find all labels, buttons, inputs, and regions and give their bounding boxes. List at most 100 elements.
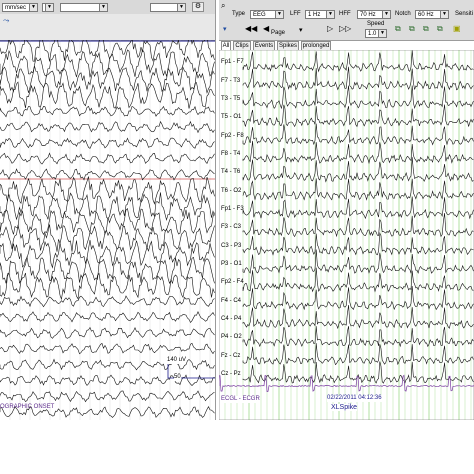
eeg-trace (242, 123, 474, 146)
left-speed-value: mm/sec (5, 5, 26, 11)
eeg-trace (0, 137, 215, 149)
eeg-trace (0, 272, 215, 301)
play-forward-fast-icon[interactable]: ▷▷ (339, 25, 351, 33)
toolbar-icon-4[interactable]: ⧉ (437, 25, 443, 33)
eeg-trace (0, 152, 215, 165)
eeg-trace (242, 343, 474, 366)
tab-all[interactable]: All (221, 41, 231, 50)
chevron-down-icon[interactable]: ▾ (299, 27, 303, 34)
event-label: XLSpike (331, 404, 358, 411)
settings-button[interactable]: ⚙ (192, 2, 204, 12)
hff-select[interactable]: 70 Hz ▼ (357, 10, 391, 19)
eeg-trace (0, 168, 215, 181)
eeg-trace (0, 192, 215, 222)
chevron-down-icon: ▼ (275, 11, 283, 18)
notch-label: Notch (395, 11, 411, 17)
channel-label: Fp2 - F8 (221, 132, 244, 139)
channel-label: Fp1 - F3 (221, 205, 244, 212)
eeg-trace (242, 85, 474, 110)
eeg-trace (0, 256, 215, 284)
left-mode-select[interactable]: ▼ (42, 3, 54, 12)
select-icon[interactable]: ⌕ (221, 2, 225, 10)
channel-label: Cz - Pz (221, 370, 241, 377)
eeg-trace (242, 196, 474, 220)
eeg-trace (0, 105, 215, 118)
eeg-trace (242, 213, 474, 238)
eeg-trace (242, 140, 474, 165)
left-speed-select[interactable]: mm/sec ▼ (2, 3, 38, 12)
right-trace-area[interactable] (219, 50, 474, 420)
type-select[interactable]: EEG ▼ (250, 10, 284, 19)
eeg-trace (0, 176, 215, 205)
channel-label: T5 - O1 (221, 114, 242, 121)
speed-value: 1.0 (368, 31, 377, 37)
eeg-trace (242, 157, 474, 183)
eeg-trace (0, 239, 215, 269)
channel-label: C3 - P3 (221, 242, 242, 249)
eeg-trace (0, 40, 215, 62)
nav-icon[interactable]: ▾ (223, 26, 227, 33)
scale-label: 140 uV (167, 357, 187, 364)
play-forward-icon[interactable]: ▷ (327, 25, 333, 33)
chevron-down-icon: ▼ (45, 4, 53, 11)
type-value: EEG (253, 12, 266, 18)
right-eeg-traces (219, 50, 474, 420)
scale-bottom-label: 50 (174, 374, 181, 381)
channel-label: Fp2 - F4 (221, 279, 244, 286)
eeg-trace (242, 232, 474, 256)
page-label: Page (271, 30, 286, 36)
trace-border (219, 50, 474, 420)
eeg-trace (0, 374, 215, 387)
toolbar-icon-3[interactable]: ⧉ (423, 25, 429, 33)
channel-label: T3 - T5 (221, 95, 241, 102)
eeg-trace (242, 50, 474, 73)
channel-label: F7 - T3 (221, 77, 241, 84)
tab-clips[interactable]: Clips (233, 41, 251, 50)
chevron-down-icon: ▼ (378, 30, 386, 37)
left-filter-select[interactable]: ▼ (60, 3, 108, 12)
play-back-fast-icon[interactable]: ◀◀ (245, 25, 257, 33)
ecg-channel-label: ECGL - ECGR (221, 396, 260, 403)
eeg-trace (0, 81, 215, 109)
chevron-down-icon: ▼ (99, 4, 107, 11)
channel-label: F4 - C4 (221, 297, 242, 304)
right-toolbar: ⌕ Type EEG ▼ LFF 1 Hz ▼ HFF 70 Hz ▼ Notc… (219, 0, 474, 41)
tab-spikes[interactable]: Spikes (277, 41, 299, 50)
channel-label: Fz - Cz (221, 352, 241, 359)
eeg-trace (0, 120, 215, 134)
eeg-trace (242, 267, 474, 293)
chevron-down-icon: ▼ (29, 4, 37, 11)
left-toolbar: mm/sec ▼ ▼ ▼ ▼ ⚙ (0, 0, 215, 15)
notch-select[interactable]: 60 Hz ▼ (415, 10, 449, 19)
lff-value: 1 Hz (308, 12, 321, 18)
channel-label: F3 - C3 (221, 224, 242, 231)
channel-label: F8 - T4 (221, 150, 241, 157)
eeg-trace (0, 390, 215, 403)
notch-value: 60 Hz (418, 12, 434, 18)
speed-select[interactable]: 1.0 ▼ (365, 29, 387, 38)
lff-label: LFF (290, 11, 301, 17)
timestamp: 02/22/2011 04:12:36 (327, 395, 382, 402)
lff-select[interactable]: 1 Hz ▼ (305, 10, 335, 19)
channel-label: C4 - P4 (221, 315, 242, 322)
channel-label: Fp1 - F7 (221, 59, 244, 66)
toolbar-icon-5[interactable]: ▣ (453, 25, 461, 33)
eeg-trace (0, 342, 215, 355)
left-sensitivity-select[interactable]: ▼ (150, 3, 186, 12)
tab-events[interactable]: Events (253, 41, 275, 50)
left-secondary-toolbar: ⤳ (0, 14, 215, 41)
onset-annotation: OGRAPHIC ONSET (0, 404, 55, 410)
eeg-trace (242, 66, 474, 91)
channel-label: P4 - O2 (221, 334, 242, 341)
eeg-trace (0, 310, 215, 324)
play-back-icon[interactable]: ◀ (263, 25, 269, 33)
channel-label: T4 - T6 (221, 169, 241, 176)
cursor-icon[interactable]: ⤳ (3, 17, 9, 25)
tab-prolonged[interactable]: prolonged (301, 41, 331, 50)
toolbar-icon-1[interactable]: ⧉ (395, 25, 401, 33)
eeg-trace (0, 326, 215, 339)
chevron-down-icon: ▼ (382, 11, 390, 18)
eeg-trace (242, 249, 474, 274)
channel-label: T6 - O2 (221, 187, 242, 194)
toolbar-icon-2[interactable]: ⧉ (409, 25, 415, 33)
